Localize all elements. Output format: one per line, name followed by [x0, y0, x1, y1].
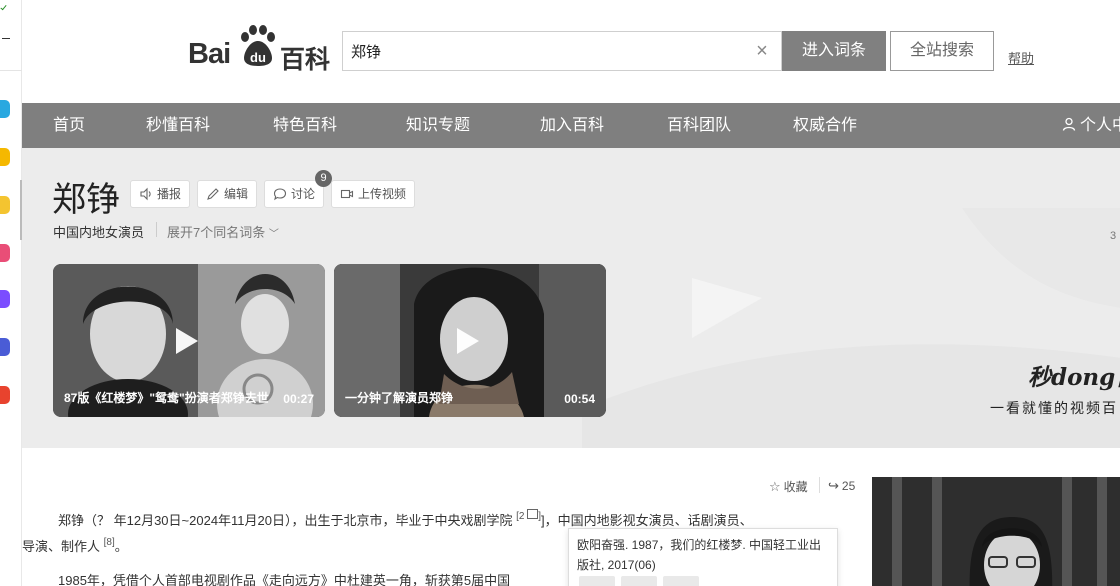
discuss-label: 讨论 — [291, 187, 316, 201]
discuss-count-badge: 9 — [315, 170, 332, 187]
speaker-icon — [140, 187, 151, 201]
help-link[interactable]: 帮助 — [1008, 48, 1034, 67]
logo-text-bai: Bai — [188, 38, 231, 70]
user-center-label: 个人中 — [1080, 117, 1120, 134]
entry-photo[interactable] — [872, 477, 1120, 586]
tooltip-text: 欧阳奋强. 1987，我们的红楼梦. 中国轻工业出版社, 2017(06) — [577, 538, 822, 572]
favorite-label: 收藏 — [783, 480, 808, 494]
reference-tooltip: 欧阳奋强. 1987，我们的红楼梦. 中国轻工业出版社, 2017(06) — [568, 528, 838, 586]
check-icon — [0, 3, 7, 11]
site-search-button[interactable]: 全站搜索 — [890, 31, 994, 71]
sidebar-divider — [0, 70, 22, 71]
edit-button[interactable]: 编辑 — [197, 180, 258, 208]
edit-label: 编辑 — [224, 187, 249, 201]
search-input[interactable] — [351, 40, 741, 62]
side-count: 3 — [1110, 230, 1117, 242]
summary-text-d: 。 — [114, 539, 128, 554]
upload-video-button[interactable]: 上传视频 — [331, 180, 416, 208]
chevron-down-icon: ﹀ — [268, 229, 279, 240]
entry-title: 郑铮 — [52, 181, 120, 219]
video-caption: 一分钟了解演员郑铮 — [345, 391, 454, 405]
nav-item-miaodong[interactable]: 秒懂百科 — [146, 103, 210, 148]
miaodong-slogan: 一看就懂的视频百 — [990, 401, 1118, 417]
search-box: × — [342, 31, 782, 71]
app-purple-icon[interactable] — [0, 290, 10, 308]
user-icon — [1062, 117, 1076, 131]
share-icon: ↪ — [828, 478, 839, 493]
app-round-icon[interactable] — [0, 338, 10, 356]
tooltip-action-button[interactable] — [579, 576, 615, 586]
expand-synonyms-label: 展开7个同名词条 — [167, 225, 266, 240]
reference-link[interactable]: [8] — [104, 537, 115, 548]
close-icon[interactable]: × — [753, 41, 771, 61]
play-icon — [457, 328, 479, 354]
miaodong-brand: 秒dong百 — [1028, 364, 1120, 391]
nav-user-center[interactable]: 个人中 — [1062, 103, 1120, 148]
reference-link[interactable]: [2 ] — [516, 509, 541, 522]
app-pink-icon[interactable] — [0, 244, 10, 262]
share-count: 25 — [841, 479, 856, 493]
play-audio-label: 播报 — [157, 187, 182, 201]
summary-text-c: 导演、制作人 — [22, 539, 101, 554]
site-header: Bai du 百科 × 进入词条 全站搜索 帮助 — [22, 0, 1120, 103]
baidu-paw-icon: du — [241, 25, 275, 66]
image-icon — [527, 509, 539, 519]
video-duration: 00:27 — [283, 392, 314, 406]
video-duration: 00:54 — [564, 392, 595, 406]
reference-number: [2 — [516, 511, 525, 522]
share-button[interactable]: ↪ 25 — [828, 478, 855, 494]
video-card[interactable]: 一分钟了解演员郑铮 00:54 — [334, 264, 606, 417]
logo-text-du: du — [250, 50, 266, 65]
discuss-button[interactable]: 讨论 — [264, 180, 325, 208]
tooltip-action-button[interactable] — [621, 576, 657, 586]
summary-text-a: 郑铮（？ 年12月30日~2024年11月20日），出生于北京市，毕业于中央戏剧… — [58, 513, 513, 528]
app-star-icon[interactable] — [0, 148, 10, 166]
play-icon — [176, 328, 198, 354]
nav-item-cooperation[interactable]: 权威合作 — [793, 103, 857, 148]
summary-text-b: ]，中国内地影视女演员、话剧演员、 — [541, 513, 753, 528]
logo-text-baike: 百科 — [280, 46, 331, 74]
pencil-icon — [207, 188, 219, 200]
person-photo-image — [872, 477, 1120, 586]
minus-icon — [2, 38, 10, 39]
favorite-divider — [819, 477, 820, 493]
entry-content: ☆ 收藏 ↪ 25 郑铮（？ 年12月30日~2024年11月20日），出生于北京市… — [22, 448, 1120, 586]
app-face-icon[interactable] — [0, 196, 10, 214]
enter-entry-button[interactable]: 进入词条 — [782, 31, 886, 71]
app-blue-icon[interactable] — [0, 100, 10, 118]
nav-item-topics[interactable]: 知识专题 — [406, 103, 470, 148]
nav-item-featured[interactable]: 特色百科 — [273, 103, 337, 148]
video-card[interactable]: 87版《红楼梦》"鸳鸯"扮演者郑铮去世 00:27 — [53, 264, 325, 417]
favorite-button[interactable]: ☆ 收藏 — [769, 478, 808, 495]
baidu-baike-logo[interactable]: Bai du 百科 — [188, 24, 333, 74]
nav-item-join[interactable]: 加入百科 — [540, 103, 604, 148]
video-caption: 87版《红楼梦》"鸳鸯"扮演者郑铮去世 — [64, 391, 269, 405]
play-audio-button[interactable]: 播报 — [130, 180, 191, 208]
main-nav: 首页 秒懂百科 特色百科 知识专题 加入百科 百科团队 权威合作 个人中 — [22, 103, 1120, 148]
nav-item-home[interactable]: 首页 — [53, 103, 85, 148]
video-camera-icon — [340, 189, 354, 199]
comment-icon — [273, 188, 287, 201]
nav-item-team[interactable]: 百科团队 — [667, 103, 731, 148]
description-divider — [156, 222, 157, 237]
browser-sidebar — [0, 0, 22, 586]
expand-synonyms-link[interactable]: 展开7个同名词条 ﹀ — [167, 222, 279, 241]
app-game-icon[interactable] — [0, 386, 10, 404]
entry-title-area: 郑铮 播报 编辑 讨论 9 上传视频 中国内地女演员 展开7个同名词条 ﹀ 87… — [22, 148, 1120, 448]
upload-video-label: 上传视频 — [358, 187, 407, 201]
star-icon: ☆ — [769, 479, 781, 494]
tooltip-action-button[interactable] — [663, 576, 699, 586]
entry-description: 中国内地女演员 — [53, 225, 145, 240]
